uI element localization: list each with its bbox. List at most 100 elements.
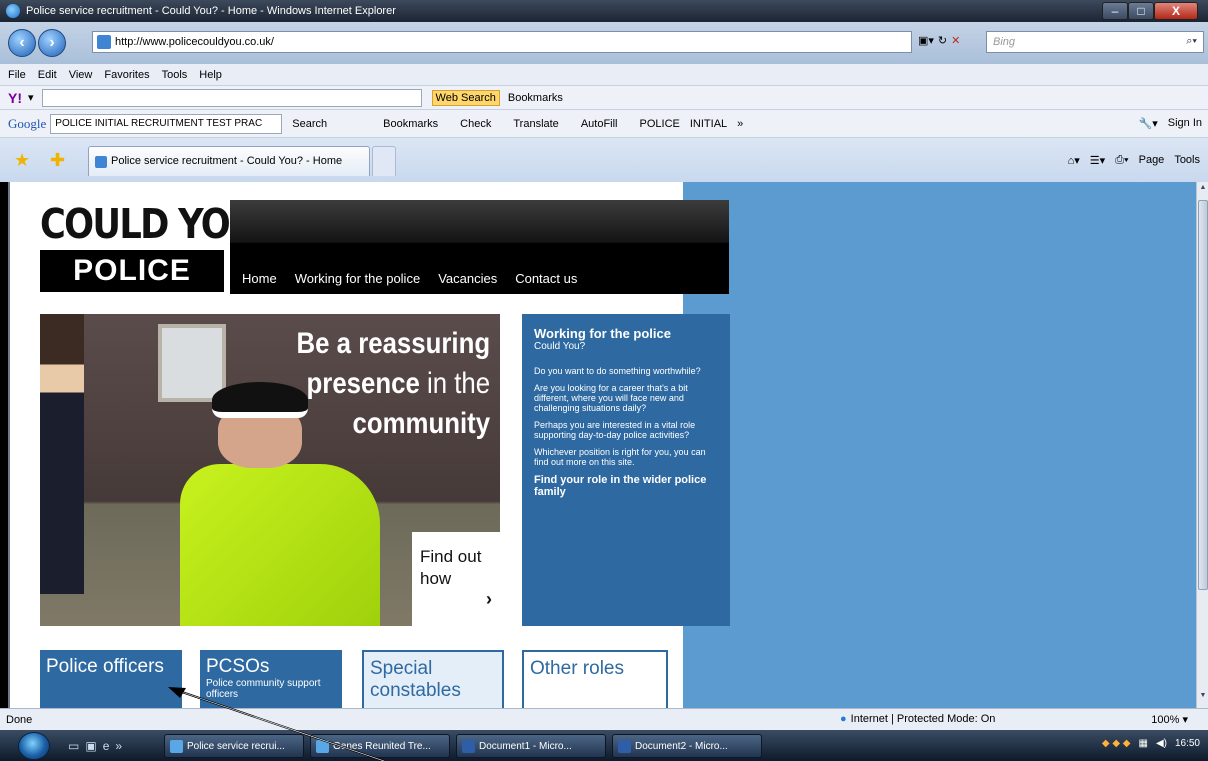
refresh-icon[interactable]: ↻ [938,34,947,47]
tools-menu[interactable]: Tools [1174,154,1200,167]
stop-icon[interactable]: ✕ [951,34,960,47]
taskbar: ▭ ▣ e » Police service recrui... Genes R… [0,730,1208,761]
google-bookmarks-button[interactable]: Bookmarks [383,118,438,130]
window-controls: – □ X [1102,2,1198,20]
switch-windows-icon[interactable]: ▣ [85,739,96,753]
police-officers-link[interactable]: Police officers [40,650,182,708]
network-icon[interactable]: ▦ [1138,738,1147,749]
page-menu[interactable]: Page [1139,154,1165,167]
search-icon[interactable]: ⌕▾ [1186,35,1197,48]
ie-icon [6,4,20,18]
show-desktop-icon[interactable]: ▭ [68,739,79,753]
taskbar-item-document1[interactable]: Document1 - Micro... [456,734,606,758]
nav-home[interactable]: Home [242,271,277,286]
menu-edit[interactable]: Edit [38,69,57,81]
pcsos-link[interactable]: PCSOs Police community support officers [200,650,342,708]
forward-button[interactable]: › [38,29,66,57]
clock[interactable]: 16:50 [1175,738,1200,749]
new-tab-button[interactable] [372,146,396,176]
pcsos-subtitle: Police community support officers [206,678,321,700]
find-out-line1: Find out [420,547,482,566]
panel-paragraph: Are you looking for a career that's a bi… [534,383,688,413]
maximize-button[interactable]: □ [1128,2,1154,20]
quicklaunch-more-icon[interactable]: » [115,739,122,753]
quick-launch: ▭ ▣ e » [68,739,122,753]
tab-police-recruitment[interactable]: Police service recruitment - Could You? … [88,146,370,176]
hero-line1-bold: Be [296,327,330,360]
panel-title[interactable]: Working for the police [534,326,718,341]
chevron-right-icon: › [486,589,492,609]
web-search-button[interactable]: Web Search [431,89,500,106]
google-translate-button[interactable]: Translate [513,118,558,130]
taskbar-item-document2[interactable]: Document2 - Micro... [612,734,762,758]
word-icon [618,740,631,753]
taskbar-item-label: Genes Reunited Tre... [333,740,431,752]
hero-line2-bold: presence [306,367,420,400]
menu-view[interactable]: View [69,69,93,81]
zone-text: Internet | Protected Mode: On [850,713,996,725]
back-button[interactable]: ‹ [8,29,36,57]
wrench-icon[interactable]: 🔧▾ [1139,117,1158,130]
vertical-scrollbar[interactable]: ▲ ▼ [1196,182,1208,708]
volume-icon[interactable]: ◀) [1156,738,1167,749]
google-search-input[interactable]: POLICE INITIAL RECRUITMENT TEST PRAC [50,113,283,134]
print-icon[interactable]: ⎙▾ [1115,154,1128,167]
feeds-icon[interactable]: ☰▾ [1090,154,1105,167]
home-icon[interactable]: ⌂▾ [1068,154,1080,167]
find-out-line2: how [420,569,452,588]
menu-help[interactable]: Help [199,69,222,81]
search-input[interactable]: Bing ⌕▾ [986,31,1204,53]
google-check-button[interactable]: Check [460,118,491,130]
taskbar-item-label: Police service recrui... [187,740,285,752]
ie-icon [170,740,183,753]
hero-line3: community [352,407,490,440]
ie-launch-icon[interactable]: e [103,739,110,753]
panel-subtitle: Could You? [534,341,586,352]
site-favicon-icon [97,35,111,49]
favorites-star-icon[interactable]: ★ [14,150,30,171]
nav-working-for-police[interactable]: Working for the police [295,271,421,286]
google-search-button[interactable]: Search [292,118,327,130]
google-logo: Google [8,115,47,131]
google-sign-in-button[interactable]: Sign In [1168,117,1202,130]
ie-icon [316,740,329,753]
google-initial-button[interactable]: INITIAL [690,118,727,130]
find-out-how-button[interactable]: Find out how › [412,532,500,626]
hero-boy-figure [40,314,84,594]
google-police-button[interactable]: POLICE [640,118,680,130]
other-roles-link[interactable]: Other roles [522,650,668,708]
security-zone[interactable]: ● Internet | Protected Mode: On [840,713,995,725]
google-autofill-button[interactable]: AutoFill [581,118,618,130]
menu-file[interactable]: File [8,69,26,81]
scroll-up-icon[interactable]: ▲ [1198,184,1208,198]
scroll-thumb[interactable] [1198,200,1208,590]
menu-tools[interactable]: Tools [162,69,188,81]
start-button[interactable] [18,731,50,760]
url-input[interactable]: http://www.policecouldyou.co.uk/ [92,31,912,53]
tray-icons[interactable]: ◆ ◆ ◆ [1102,738,1131,749]
address-bar: ‹ › http://www.policecouldyou.co.uk/ ▣▾ … [0,22,1208,64]
compatibility-icon[interactable]: ▣▾ [918,34,934,47]
google-more-button[interactable]: » [737,118,743,130]
nav-contact-us[interactable]: Contact us [515,271,577,286]
yahoo-menu-icon[interactable]: ▾ [28,91,34,104]
special-constables-link[interactable]: Special constables [362,650,504,708]
add-favorites-icon[interactable]: ✚ [50,150,65,171]
window-titlebar: Police service recruitment - Could You? … [0,0,1208,22]
zoom-control[interactable]: 100% ▾ [1151,713,1188,726]
taskbar-item-genes[interactable]: Genes Reunited Tre... [310,734,450,758]
find-your-role-link[interactable]: Find your role in the wider police famil… [534,474,718,498]
hero-officer-jacket [180,464,380,626]
working-for-police-panel: Working for the police Could You? Do you… [522,314,730,626]
yahoo-bookmarks-button[interactable]: Bookmarks [508,92,563,104]
taskbar-item-police[interactable]: Police service recrui... [164,734,304,758]
scroll-down-icon[interactable]: ▼ [1198,692,1208,706]
police-logo[interactable]: POLICE [40,250,224,292]
close-button[interactable]: X [1154,2,1198,20]
minimize-button[interactable]: – [1102,2,1128,20]
menu-favorites[interactable]: Favorites [104,69,149,81]
system-tray: ◆ ◆ ◆ ▦ ◀) 16:50 [1102,738,1200,749]
yahoo-search-input[interactable] [41,88,422,107]
yahoo-logo-icon[interactable]: Y! [8,90,22,106]
nav-vacancies[interactable]: Vacancies [438,271,497,286]
